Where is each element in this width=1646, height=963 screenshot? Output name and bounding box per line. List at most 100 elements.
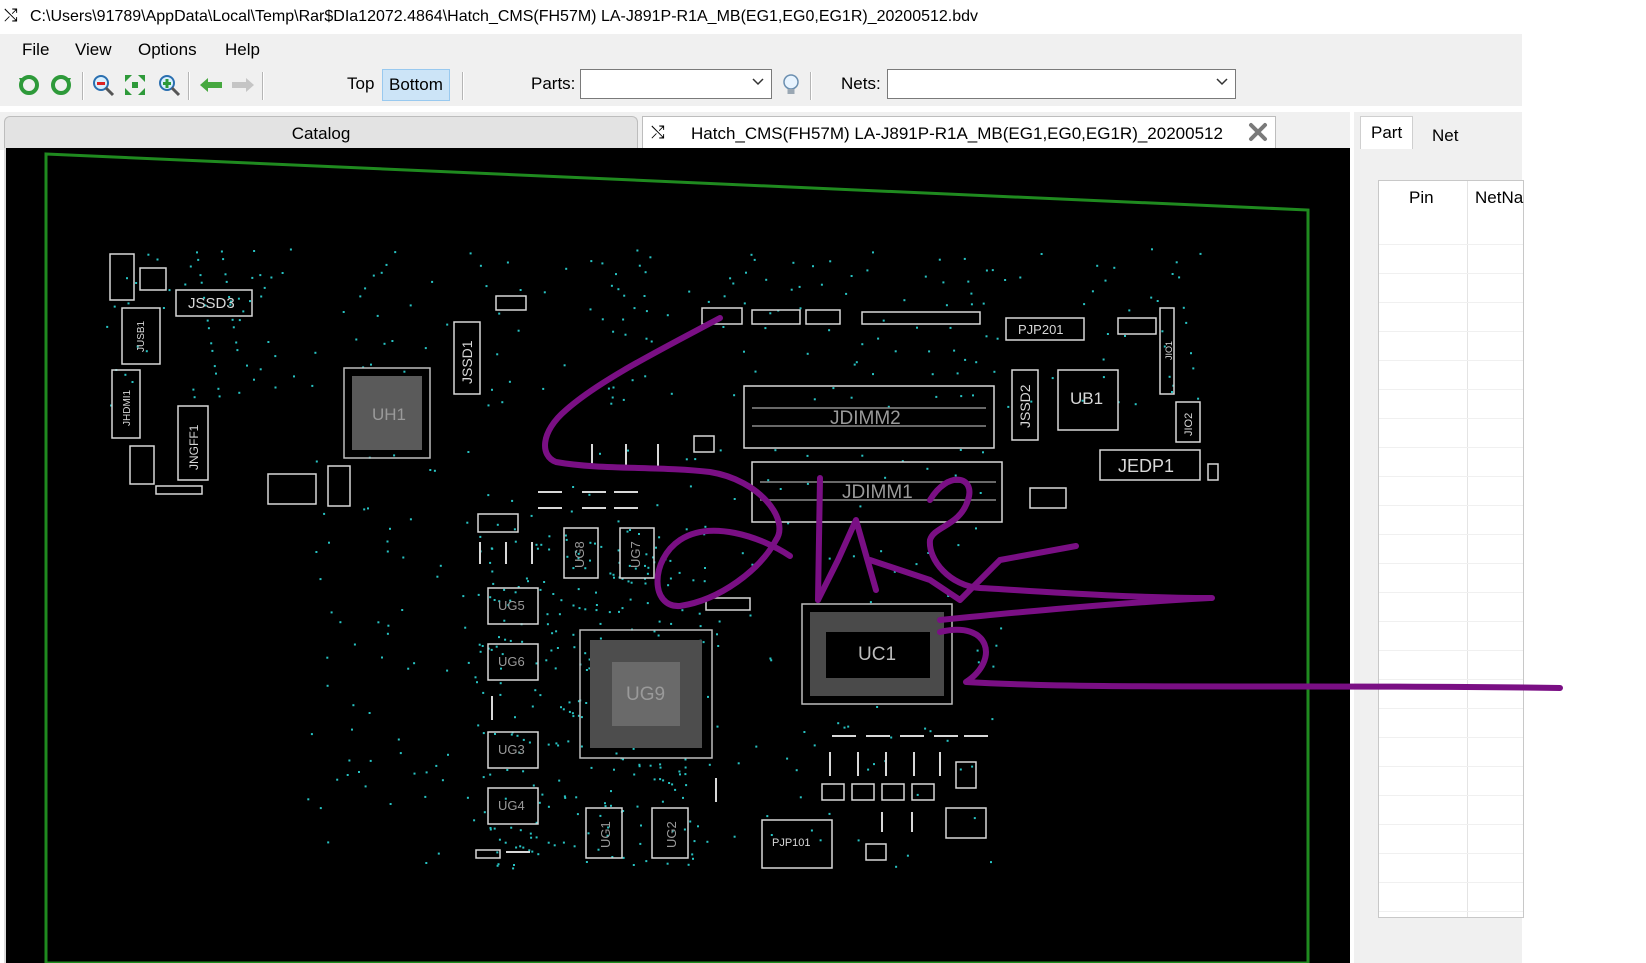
tab-catalog[interactable]: Catalog (4, 116, 638, 149)
via (253, 250, 256, 252)
via (922, 577, 925, 580)
tab-part[interactable]: Part (1360, 116, 1414, 149)
bulb-icon[interactable] (778, 72, 804, 98)
via (798, 285, 801, 288)
via (609, 572, 612, 575)
via (704, 567, 706, 569)
via (433, 469, 436, 472)
grid-row (1379, 737, 1523, 738)
via (646, 572, 649, 575)
via (572, 715, 575, 718)
via (698, 612, 701, 615)
via (973, 817, 976, 820)
via (953, 617, 956, 620)
parts-combo[interactable] (580, 69, 772, 99)
grid-row (1379, 476, 1523, 477)
label-jio1: JIO1 (1164, 341, 1174, 360)
via (560, 599, 563, 602)
via (697, 825, 699, 828)
via (683, 828, 686, 831)
menu-help[interactable]: Help (219, 40, 266, 60)
via (135, 282, 138, 284)
board-view[interactable]: JSSD3 JUSB1 JHDMI1 JNGFF1 UH1 JSSD1 JDIM… (4, 148, 1350, 963)
via (749, 614, 752, 617)
via (336, 778, 339, 781)
via (413, 772, 416, 775)
via (769, 657, 772, 660)
arrow-left-icon[interactable] (198, 72, 224, 98)
close-icon[interactable] (1247, 121, 1269, 143)
via (259, 368, 262, 371)
pin-net-grid[interactable]: Pin NetNa (1378, 180, 1524, 918)
nets-combo[interactable] (887, 69, 1236, 99)
via (491, 388, 493, 391)
via (1150, 296, 1153, 299)
via (477, 724, 480, 727)
via (510, 733, 513, 736)
via (584, 652, 587, 655)
top-toggle[interactable]: Top (341, 69, 380, 99)
zoom-out-icon[interactable] (90, 72, 116, 98)
via (612, 573, 615, 576)
component-outline (267, 473, 317, 505)
via (558, 613, 561, 616)
rotate-left-icon[interactable] (16, 72, 42, 98)
via (1113, 266, 1116, 269)
via (792, 261, 795, 264)
via (387, 624, 390, 627)
fit-icon[interactable] (122, 72, 148, 98)
via (363, 508, 366, 511)
via (532, 784, 535, 787)
via (843, 726, 846, 729)
rotate-right-icon[interactable] (48, 72, 74, 98)
via (462, 595, 465, 598)
via (513, 864, 515, 866)
via (431, 280, 434, 283)
menu-file[interactable]: File (16, 40, 55, 60)
via (979, 636, 982, 639)
column-header-netname[interactable]: NetNa (1475, 181, 1523, 215)
bottom-toggle[interactable]: Bottom (382, 69, 450, 101)
via (124, 373, 127, 376)
via (595, 591, 597, 594)
via (585, 702, 588, 704)
arrow-right-icon[interactable] (230, 72, 256, 98)
tab-net[interactable]: Net (1422, 120, 1468, 152)
zoom-in-icon[interactable] (156, 72, 182, 98)
via (670, 392, 673, 395)
component-outline (475, 849, 501, 859)
component-outline (139, 267, 167, 291)
via (709, 528, 712, 531)
via (629, 529, 631, 531)
component-outline (109, 253, 135, 301)
title-bar: ⤭ C:\Users\91789\AppData\Local\Temp\Rar$… (0, 0, 1646, 34)
via (358, 771, 360, 773)
component-outline (751, 309, 801, 325)
via (644, 564, 646, 567)
via (383, 342, 386, 345)
via (741, 552, 744, 555)
component-outline (805, 309, 841, 325)
via (671, 783, 674, 786)
column-header-pin[interactable]: Pin (1409, 181, 1434, 215)
via (355, 338, 358, 341)
via (543, 291, 546, 294)
tab-document[interactable]: ⤭ Hatch_CMS(FH57M) LA-J891P-R1A_MB(EG1,E… (642, 116, 1276, 150)
menu-view[interactable]: View (69, 40, 118, 60)
via (975, 527, 977, 530)
via (577, 588, 580, 591)
via (599, 622, 602, 625)
menu-options[interactable]: Options (132, 40, 203, 60)
via (650, 340, 653, 343)
via (684, 758, 687, 761)
via (517, 329, 520, 332)
via (401, 609, 404, 611)
grid-row (1379, 331, 1523, 332)
via (733, 835, 736, 838)
via (238, 391, 241, 394)
via (1171, 391, 1173, 393)
via (522, 846, 525, 849)
grid-column-divider (1467, 181, 1468, 917)
via (928, 350, 931, 353)
via (604, 805, 607, 808)
